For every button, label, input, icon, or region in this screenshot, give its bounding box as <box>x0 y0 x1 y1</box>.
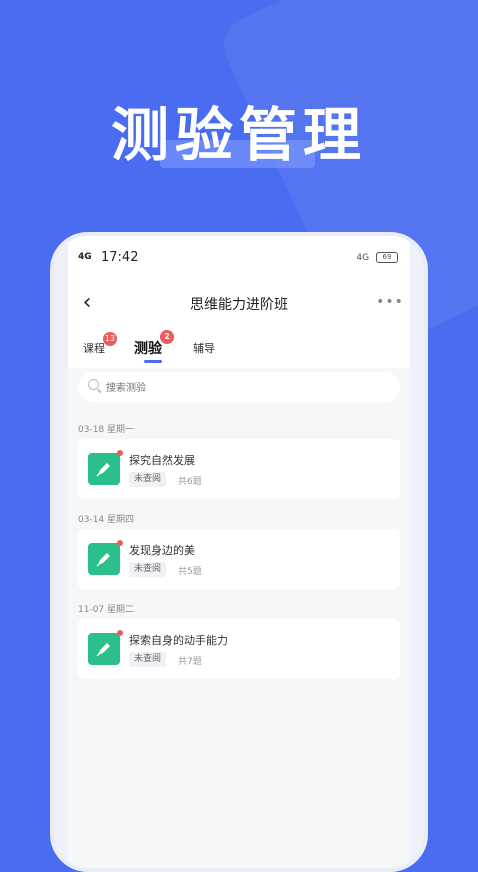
status-right: 4G 69 <box>356 252 398 263</box>
pencil-icon <box>88 450 123 485</box>
tab-courses-badge: 13 <box>102 332 117 346</box>
page-title: 思维能力进阶班 <box>190 297 288 313</box>
quiz-title: 探究自然发展 <box>129 454 195 467</box>
tab-courses[interactable]: 课程 13 <box>83 332 117 356</box>
pencil-icon <box>88 630 123 665</box>
tab-bar: 课程 13 测验 2 辅导 <box>68 326 410 368</box>
tab-quizzes-badge: 2 <box>160 330 174 344</box>
quiz-title: 发现身边的美 <box>129 544 195 557</box>
battery-icon: 69 <box>376 252 398 263</box>
question-count: 共6题 <box>178 477 202 487</box>
status-tag: 未查阅 <box>129 472 167 487</box>
quiz-card[interactable]: 探索自身的动手能力 未查阅 共7题 <box>78 619 400 679</box>
signal-icon: 4G <box>78 252 92 262</box>
status-tag: 未查阅 <box>129 562 167 577</box>
quiz-title: 探索自身的动手能力 <box>129 634 228 647</box>
nav-bar: ‹ 思维能力进阶班 ••• <box>68 280 410 326</box>
search-icon <box>88 379 99 390</box>
quiz-card[interactable]: 发现身边的美 未查阅 共5题 <box>78 529 400 589</box>
tab-tutoring[interactable]: 辅导 <box>193 340 215 356</box>
status-time: 17:42 <box>101 250 139 265</box>
tab-tutoring-label: 辅导 <box>193 342 215 355</box>
tab-quizzes[interactable]: 测验 2 <box>134 330 174 363</box>
date-label: 11-07 星期二 <box>78 605 135 615</box>
more-icon[interactable]: ••• <box>376 292 404 312</box>
unread-dot <box>117 630 123 636</box>
date-label: 03-18 星期一 <box>78 425 135 435</box>
pencil-icon <box>88 540 123 575</box>
question-count: 共5题 <box>178 567 202 577</box>
network-icon: 4G <box>356 253 370 263</box>
app-screen: 4G 17:42 4G 69 ‹ 思维能力进阶班 ••• 课程 13 测验 2 <box>68 236 410 868</box>
tab-courses-label: 课程 <box>83 342 105 355</box>
active-tab-indicator <box>144 360 162 363</box>
search-bar[interactable] <box>78 372 400 404</box>
unread-dot <box>117 450 123 456</box>
unread-dot <box>117 540 123 546</box>
status-bar: 4G 17:42 4G 69 <box>68 236 410 280</box>
phone-frame: 4G 17:42 4G 69 ‹ 思维能力进阶班 ••• 课程 13 测验 2 <box>50 232 428 872</box>
question-count: 共7题 <box>178 657 202 667</box>
tab-quizzes-label: 测验 <box>134 341 162 357</box>
hero-title: 测验管理 <box>110 101 367 169</box>
status-tag: 未查阅 <box>129 652 167 667</box>
search-input[interactable] <box>104 372 390 404</box>
date-label: 03-14 星期四 <box>78 515 135 525</box>
quiz-card[interactable]: 探究自然发展 未查阅 共6题 <box>78 439 400 499</box>
